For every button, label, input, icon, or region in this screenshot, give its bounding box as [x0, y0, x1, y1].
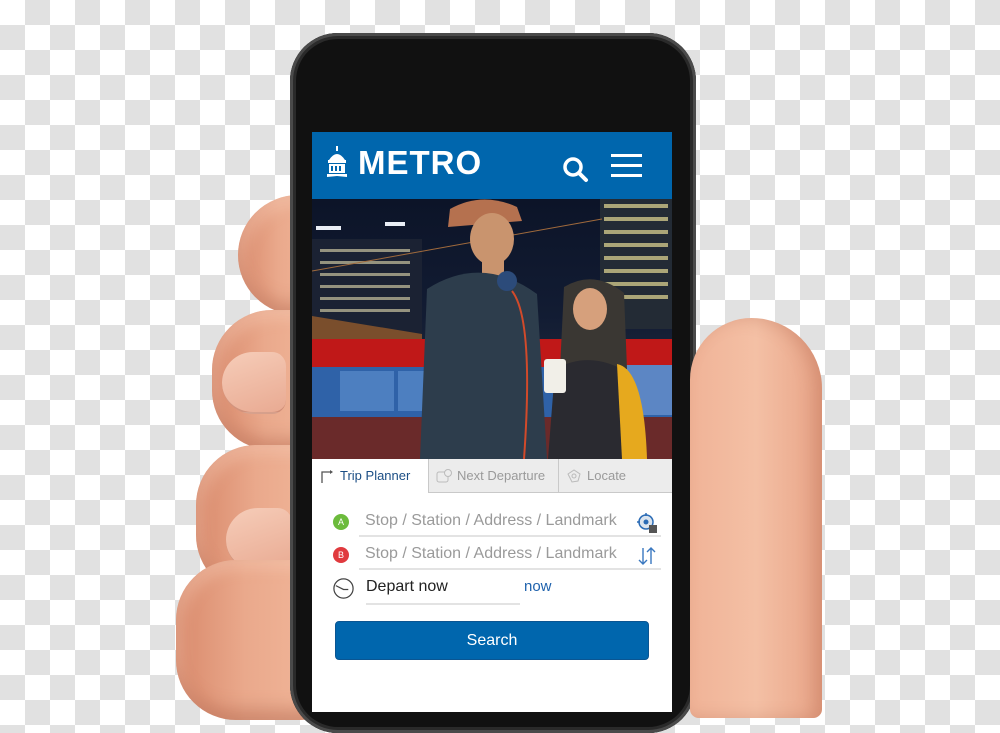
current-location-icon[interactable] — [636, 512, 658, 534]
tab-locate[interactable]: Locate — [558, 459, 672, 493]
destination-input[interactable] — [359, 539, 661, 570]
hero-photo — [312, 199, 672, 459]
swap-arrows-icon[interactable] — [636, 545, 658, 567]
search-icon[interactable] — [561, 154, 591, 184]
route-arrow-icon — [321, 469, 333, 483]
brand-logo-text[interactable]: METRO — [358, 144, 482, 182]
tab-label: Next Departure — [457, 468, 546, 483]
tab-bar: Trip Planner Next Departure Locate — [312, 459, 672, 493]
hand-thumb — [690, 318, 822, 718]
bus-clock-icon — [436, 468, 452, 482]
capitol-dome-icon — [327, 146, 347, 177]
depart-time-field[interactable]: Depart now — [366, 578, 520, 605]
destination-row: B — [312, 539, 672, 571]
tab-trip-planner[interactable]: Trip Planner — [312, 459, 428, 492]
tab-label: Trip Planner — [340, 468, 411, 483]
destination-badge: B — [333, 547, 349, 563]
time-row: Depart now now — [312, 572, 672, 605]
fingernail — [222, 352, 286, 414]
now-link[interactable]: now — [524, 578, 552, 595]
map-pin-icon — [567, 468, 581, 483]
origin-input[interactable] — [359, 506, 661, 537]
hero-illustration — [312, 199, 672, 459]
tab-label: Locate — [587, 468, 627, 483]
phone-screen: METRO Trip Planner Next Departure Locate… — [312, 132, 672, 712]
origin-badge: A — [333, 514, 349, 530]
tab-next-departure[interactable]: Next Departure — [428, 459, 559, 493]
clock-icon — [333, 578, 354, 599]
origin-row: A — [312, 506, 672, 538]
search-button[interactable]: Search — [335, 621, 649, 660]
hamburger-menu-icon[interactable] — [611, 152, 643, 180]
app-header: METRO — [312, 132, 672, 199]
